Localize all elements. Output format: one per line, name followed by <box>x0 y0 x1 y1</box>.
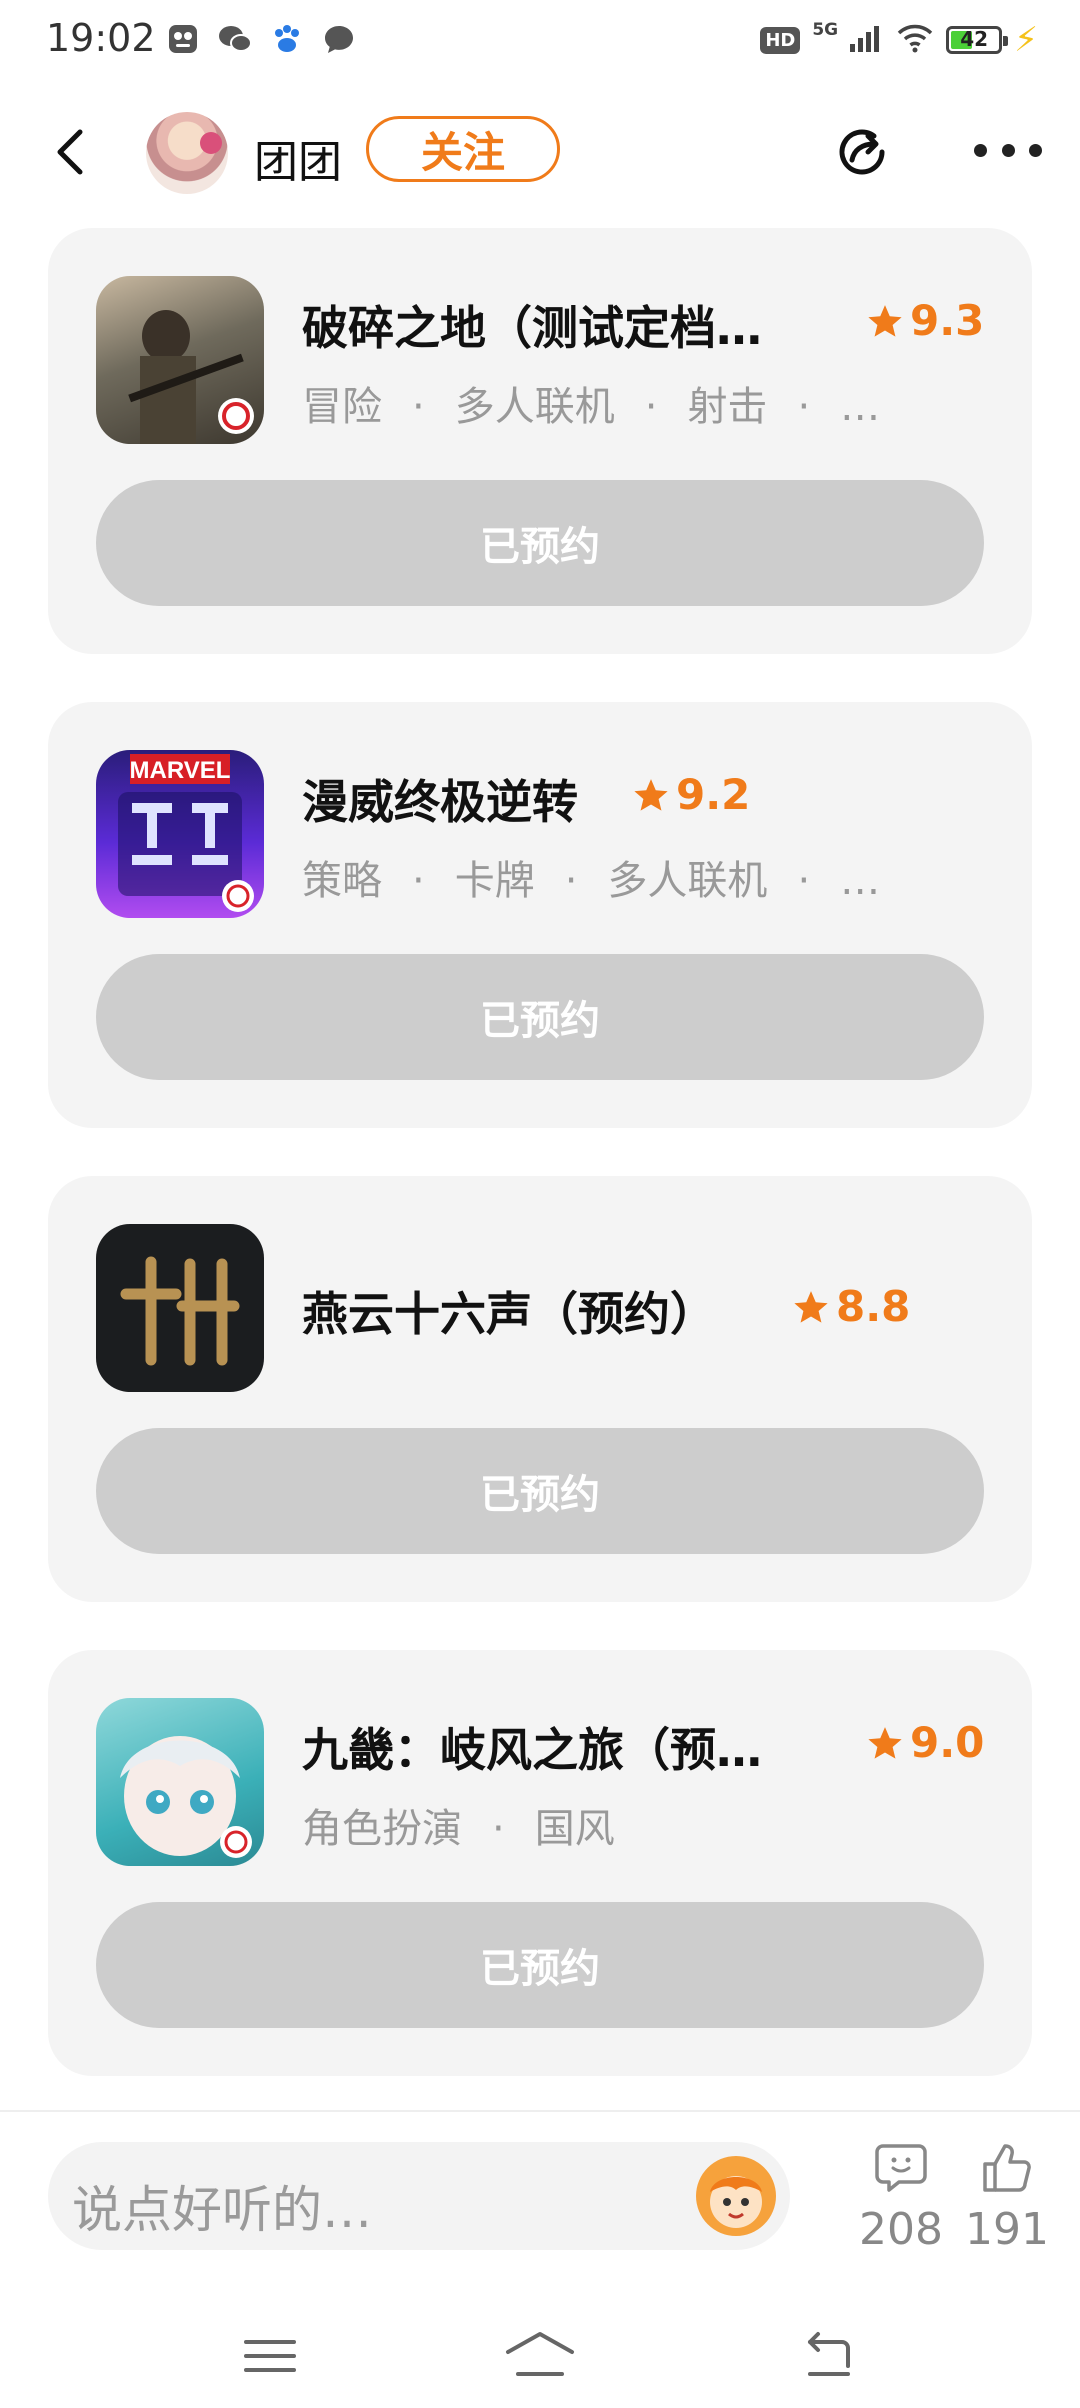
tag: 射击 <box>687 384 768 430</box>
avatar[interactable] <box>146 112 228 194</box>
user-name[interactable]: 团团 <box>254 126 342 190</box>
mascot-emoji-icon[interactable] <box>696 2156 776 2236</box>
comment-placeholder: 说点好听的… <box>72 2181 372 2239</box>
reserved-button[interactable]: 已预约 <box>96 1428 984 1554</box>
rating-value: 9.0 <box>910 1718 985 1767</box>
wechat-icon <box>218 22 252 56</box>
network-type: 5G <box>812 20 839 40</box>
tag: 国风 <box>534 1806 615 1852</box>
message-icon <box>322 22 356 56</box>
share-icon[interactable] <box>830 120 894 184</box>
tag: … <box>840 858 881 904</box>
charging-icon: ⚡ <box>1014 20 1038 60</box>
star-icon <box>794 1290 828 1323</box>
game-icon[interactable] <box>96 1224 264 1392</box>
more-icon[interactable] <box>974 138 1042 162</box>
comment-icon[interactable] <box>873 2140 929 2196</box>
tag: … <box>840 384 881 430</box>
game-card[interactable]: 破碎之地（测试定档… 9.3 冒险 · 多人联机 · 射击 ·… 已预约 <box>48 228 1032 654</box>
reserved-button[interactable]: 已预约 <box>96 954 984 1080</box>
game-title[interactable]: 破碎之地（测试定档… <box>302 292 862 358</box>
game-icon[interactable] <box>96 1698 264 1866</box>
status-right: HD 5G 42 ⚡ <box>760 20 1038 60</box>
rating-value: 8.8 <box>836 1282 911 1331</box>
reserved-button[interactable]: 已预约 <box>96 480 984 606</box>
status-bar: 19:02 HD 5G 42 ⚡ <box>0 0 1080 84</box>
star-icon <box>634 778 668 811</box>
star-icon <box>868 1726 902 1759</box>
star-icon <box>868 304 902 337</box>
tag: 多人联机 <box>454 384 615 430</box>
like-action[interactable]: 191 <box>952 2140 1062 2255</box>
svg-text:MARVEL: MARVEL <box>130 757 231 784</box>
game-card[interactable]: 燕云十六声（预约） 8.8 已预约 <box>48 1176 1032 1602</box>
header: 团团 关注 <box>0 84 1080 224</box>
rating-value: 9.3 <box>910 296 985 345</box>
reserved-button[interactable]: 已预约 <box>96 1902 984 2028</box>
game-icon[interactable]: MARVEL <box>96 750 264 918</box>
follow-button[interactable]: 关注 <box>366 116 560 182</box>
game-icon[interactable] <box>96 276 264 444</box>
notification-icons <box>166 22 356 56</box>
tag: 角色扮演 <box>302 1806 462 1852</box>
tag: 多人联机 <box>607 858 768 904</box>
comment-action[interactable]: 208 <box>846 2140 956 2255</box>
game-card[interactable]: 九畿：岐风之旅（预… 9.0 角色扮演 · 国风 已预约 <box>48 1650 1032 2076</box>
battery-level: 42 <box>960 27 989 51</box>
status-time: 19:02 <box>46 16 156 60</box>
thumbs-up-icon[interactable] <box>979 2140 1035 2196</box>
back-icon[interactable] <box>796 2328 856 2384</box>
game-card[interactable]: MARVEL 漫威终极逆转 9.2 策略 · 卡牌 · 多人联机 ·… 已预约 <box>48 702 1032 1128</box>
signal-icon <box>850 24 884 56</box>
scan-app-icon <box>166 22 200 56</box>
rating: 9.0 <box>866 1718 984 1767</box>
comment-input[interactable]: 说点好听的… <box>48 2142 790 2250</box>
game-title[interactable]: 九畿：岐风之旅（预… <box>302 1714 862 1780</box>
baidu-icon <box>270 22 304 56</box>
tags: 角色扮演 · 国风 <box>302 1806 615 1852</box>
menu-icon[interactable] <box>240 2328 300 2384</box>
home-icon[interactable] <box>504 2328 576 2384</box>
tag: 冒险 <box>302 384 382 430</box>
wifi-icon <box>896 23 934 57</box>
rating: 8.8 <box>792 1282 910 1331</box>
rating: 9.3 <box>866 296 984 345</box>
hd-badge: HD <box>760 26 801 54</box>
tags: 冒险 · 多人联机 · 射击 ·… <box>302 384 881 430</box>
like-count: 191 <box>965 2204 1049 2255</box>
tag: 卡牌 <box>454 858 535 904</box>
game-title[interactable]: 燕云十六声（预约） <box>302 1278 716 1344</box>
system-navbar <box>0 2300 1080 2408</box>
comment-count: 208 <box>859 2204 943 2255</box>
tags: 策略 · 卡牌 · 多人联机 ·… <box>302 858 881 904</box>
tag: 策略 <box>302 858 382 904</box>
rating: 9.2 <box>632 770 750 819</box>
battery-icon: 42 <box>946 26 1009 54</box>
rating-value: 9.2 <box>676 770 751 819</box>
back-arrow-icon[interactable] <box>44 122 104 182</box>
game-title[interactable]: 漫威终极逆转 <box>302 766 578 832</box>
divider <box>0 2110 1080 2112</box>
